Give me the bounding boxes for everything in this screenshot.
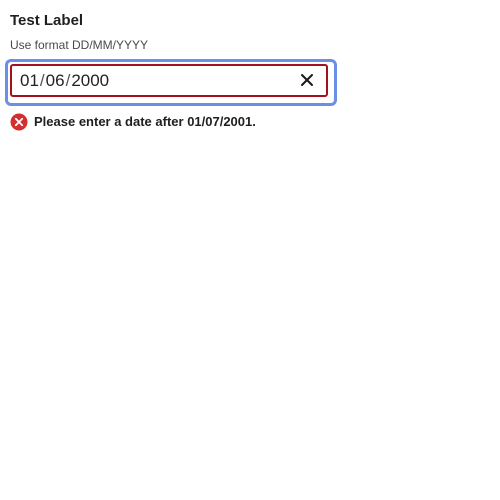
clear-button[interactable] bbox=[298, 71, 316, 89]
close-icon bbox=[301, 74, 313, 86]
day-segment[interactable]: 01 bbox=[20, 71, 39, 91]
error-circle-icon bbox=[10, 113, 28, 131]
field-hint: Use format DD/MM/YYYY bbox=[10, 38, 149, 52]
field-label: Test Label bbox=[10, 12, 84, 29]
date-separator: / bbox=[39, 70, 45, 90]
error-text: Please enter a date after 01/07/2001. bbox=[34, 114, 256, 129]
month-segment[interactable]: 06 bbox=[46, 71, 65, 91]
year-segment[interactable]: 2000 bbox=[71, 71, 109, 91]
date-input[interactable]: 01 / 06 / 2000 bbox=[10, 64, 328, 97]
date-separator: / bbox=[65, 70, 71, 90]
error-message: Please enter a date after 01/07/2001. bbox=[10, 113, 256, 131]
date-segments: 01 / 06 / 2000 bbox=[20, 66, 109, 95]
focus-ring: 01 / 06 / 2000 bbox=[5, 59, 337, 106]
date-field: Test Label Use format DD/MM/YYYY 01 / 06… bbox=[5, 12, 337, 131]
